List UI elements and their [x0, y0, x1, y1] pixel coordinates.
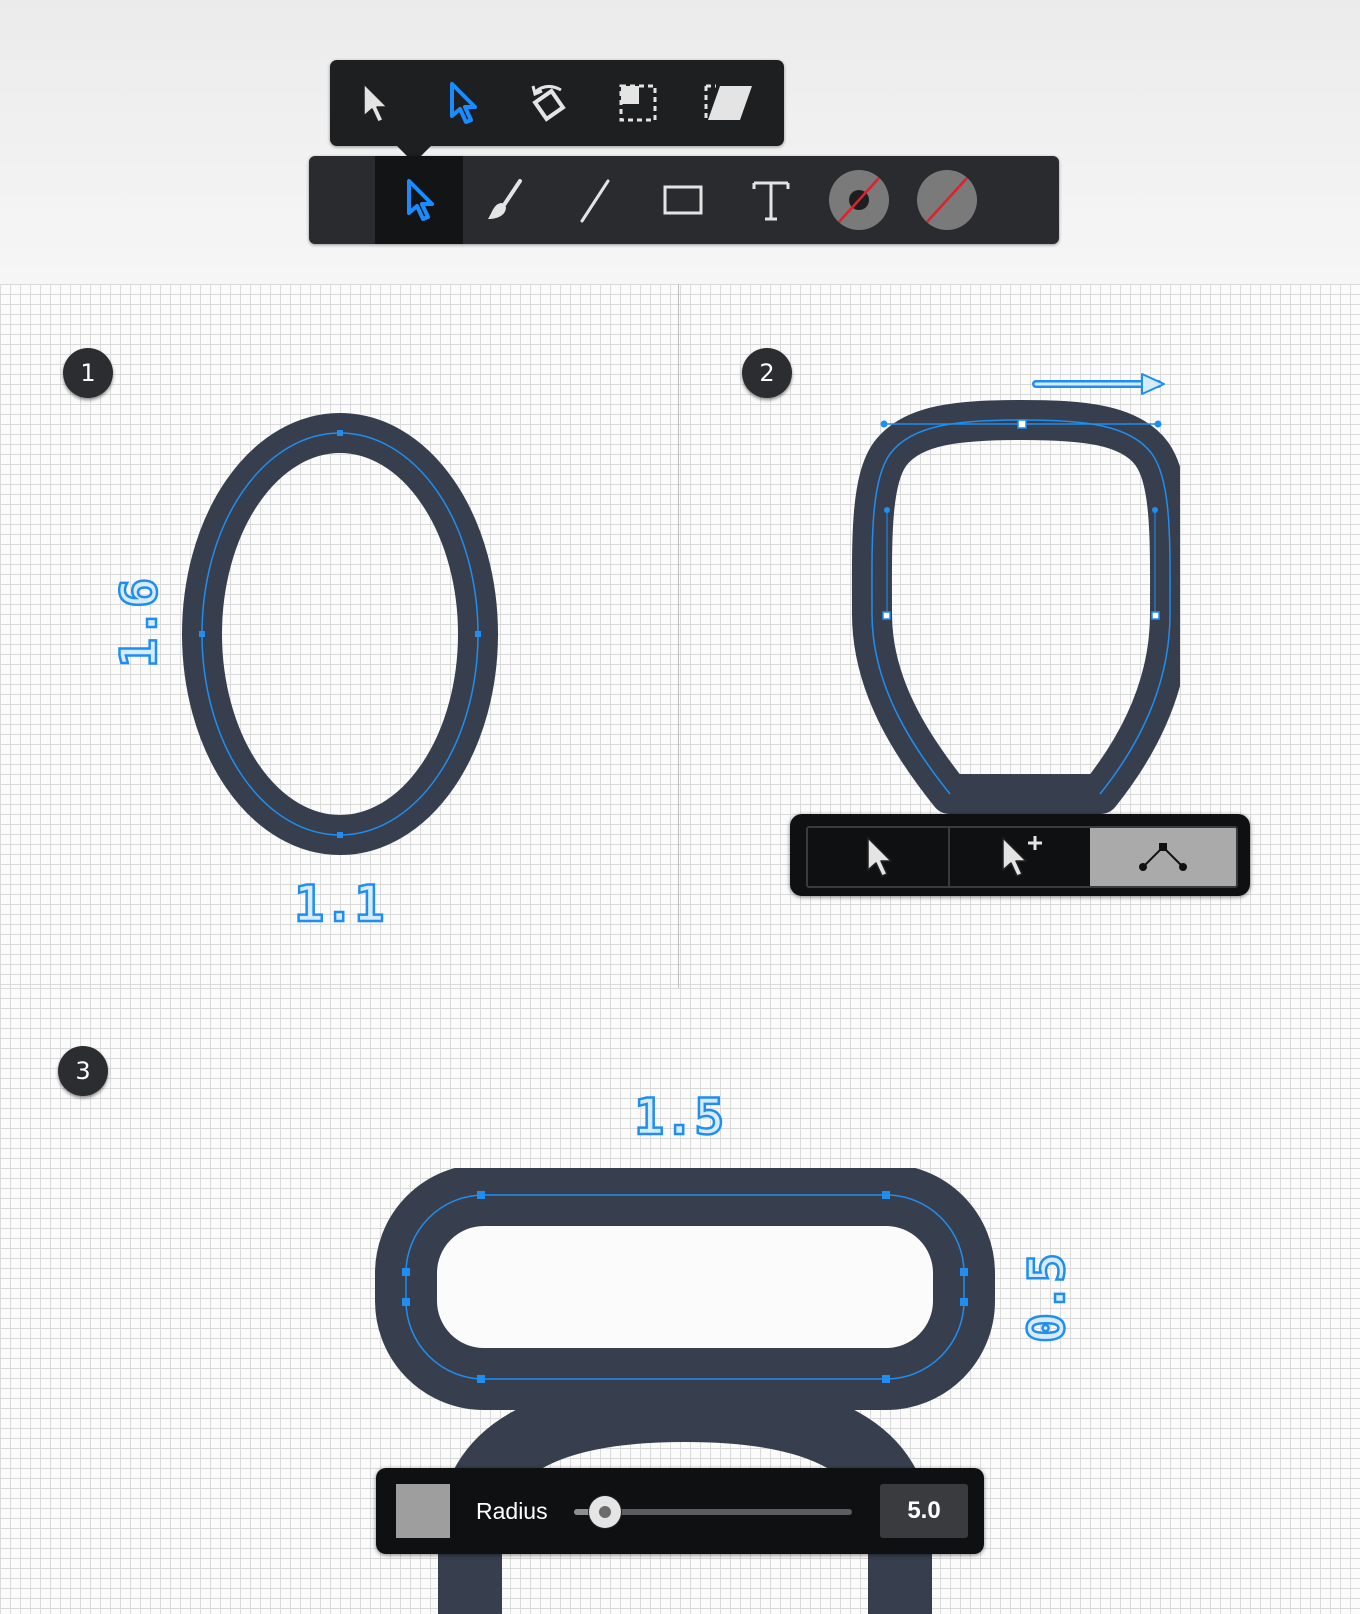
node-point[interactable]	[337, 832, 343, 838]
stroke-color-button[interactable]	[815, 156, 903, 244]
handle-point[interactable]	[880, 420, 888, 428]
step-badge-1: 1	[63, 348, 113, 398]
node-point[interactable]	[882, 1375, 890, 1383]
rectangle-tool-button[interactable]	[639, 156, 727, 244]
line-icon	[580, 179, 610, 223]
rotate-icon	[531, 85, 566, 122]
node-point[interactable]	[960, 1268, 968, 1276]
edited-shape[interactable]	[850, 354, 1180, 824]
add-node-button[interactable]	[950, 828, 1090, 886]
skew-icon	[704, 84, 752, 120]
ellipse-height-label: 1.6	[109, 577, 170, 670]
skew-button[interactable]	[682, 60, 770, 146]
fill-color-icon	[917, 170, 977, 230]
node-point[interactable]	[882, 1191, 890, 1199]
node-toolbar-group	[806, 826, 1238, 888]
move-arrow-icon	[363, 83, 388, 123]
handle-point[interactable]	[1154, 420, 1162, 428]
step-badge-3: 3	[58, 1046, 108, 1096]
radius-value-field[interactable]: 5.0	[880, 1484, 968, 1538]
ellipse-shape[interactable]	[170, 404, 510, 864]
node-toolbar	[790, 814, 1250, 896]
brush-tool-button[interactable]	[463, 156, 551, 244]
add-node-icon	[1002, 836, 1042, 877]
transform-toolbar	[330, 60, 784, 163]
radius-label: Radius	[476, 1498, 548, 1524]
brush-icon	[488, 179, 522, 219]
move-arrow-button[interactable]	[330, 60, 418, 146]
rectangle-icon	[663, 185, 703, 215]
select-node-icon	[867, 837, 892, 877]
scale-icon	[619, 84, 657, 122]
corner-node-button[interactable]	[1090, 828, 1236, 886]
text-tool-button[interactable]	[727, 156, 815, 244]
node-point[interactable]	[475, 631, 481, 637]
corner-radius-bar: Radius 5.0	[376, 1468, 984, 1554]
corner-node-icon	[1139, 843, 1187, 871]
canvas-panel-top: 1 2 1.6 1.1	[0, 284, 1360, 988]
line-tool-button[interactable]	[551, 156, 639, 244]
panel-divider	[678, 284, 679, 988]
node-point[interactable]	[337, 430, 343, 436]
node-arrow-button[interactable]	[418, 60, 506, 146]
rect-width-label: 1.5	[633, 1088, 726, 1146]
text-tool-icon	[752, 181, 790, 221]
node-point[interactable]	[402, 1268, 410, 1276]
fill-color-button[interactable]	[903, 156, 991, 244]
ellipse-width-label: 1.1	[293, 875, 386, 933]
stroke-color-icon	[829, 170, 889, 230]
move-tool-button[interactable]	[375, 156, 463, 244]
scale-button[interactable]	[594, 60, 682, 146]
step-badge-2: 2	[742, 348, 792, 398]
node-point[interactable]	[960, 1298, 968, 1306]
rect-height-label: 0.5	[1017, 1252, 1078, 1345]
node-point[interactable]	[882, 611, 891, 620]
node-point[interactable]	[477, 1375, 485, 1383]
select-node-button[interactable]	[808, 828, 950, 886]
color-swatch[interactable]	[396, 1484, 450, 1538]
main-toolbar	[309, 156, 1059, 244]
rotate-button[interactable]	[506, 60, 594, 146]
move-tool-icon	[407, 179, 434, 221]
node-point[interactable]	[477, 1191, 485, 1199]
node-point[interactable]	[1017, 419, 1027, 429]
node-arrow-icon	[450, 82, 477, 124]
node-point[interactable]	[402, 1298, 410, 1306]
node-point[interactable]	[199, 631, 205, 637]
node-point[interactable]	[1151, 611, 1160, 620]
radius-slider-knob[interactable]	[588, 1496, 621, 1528]
